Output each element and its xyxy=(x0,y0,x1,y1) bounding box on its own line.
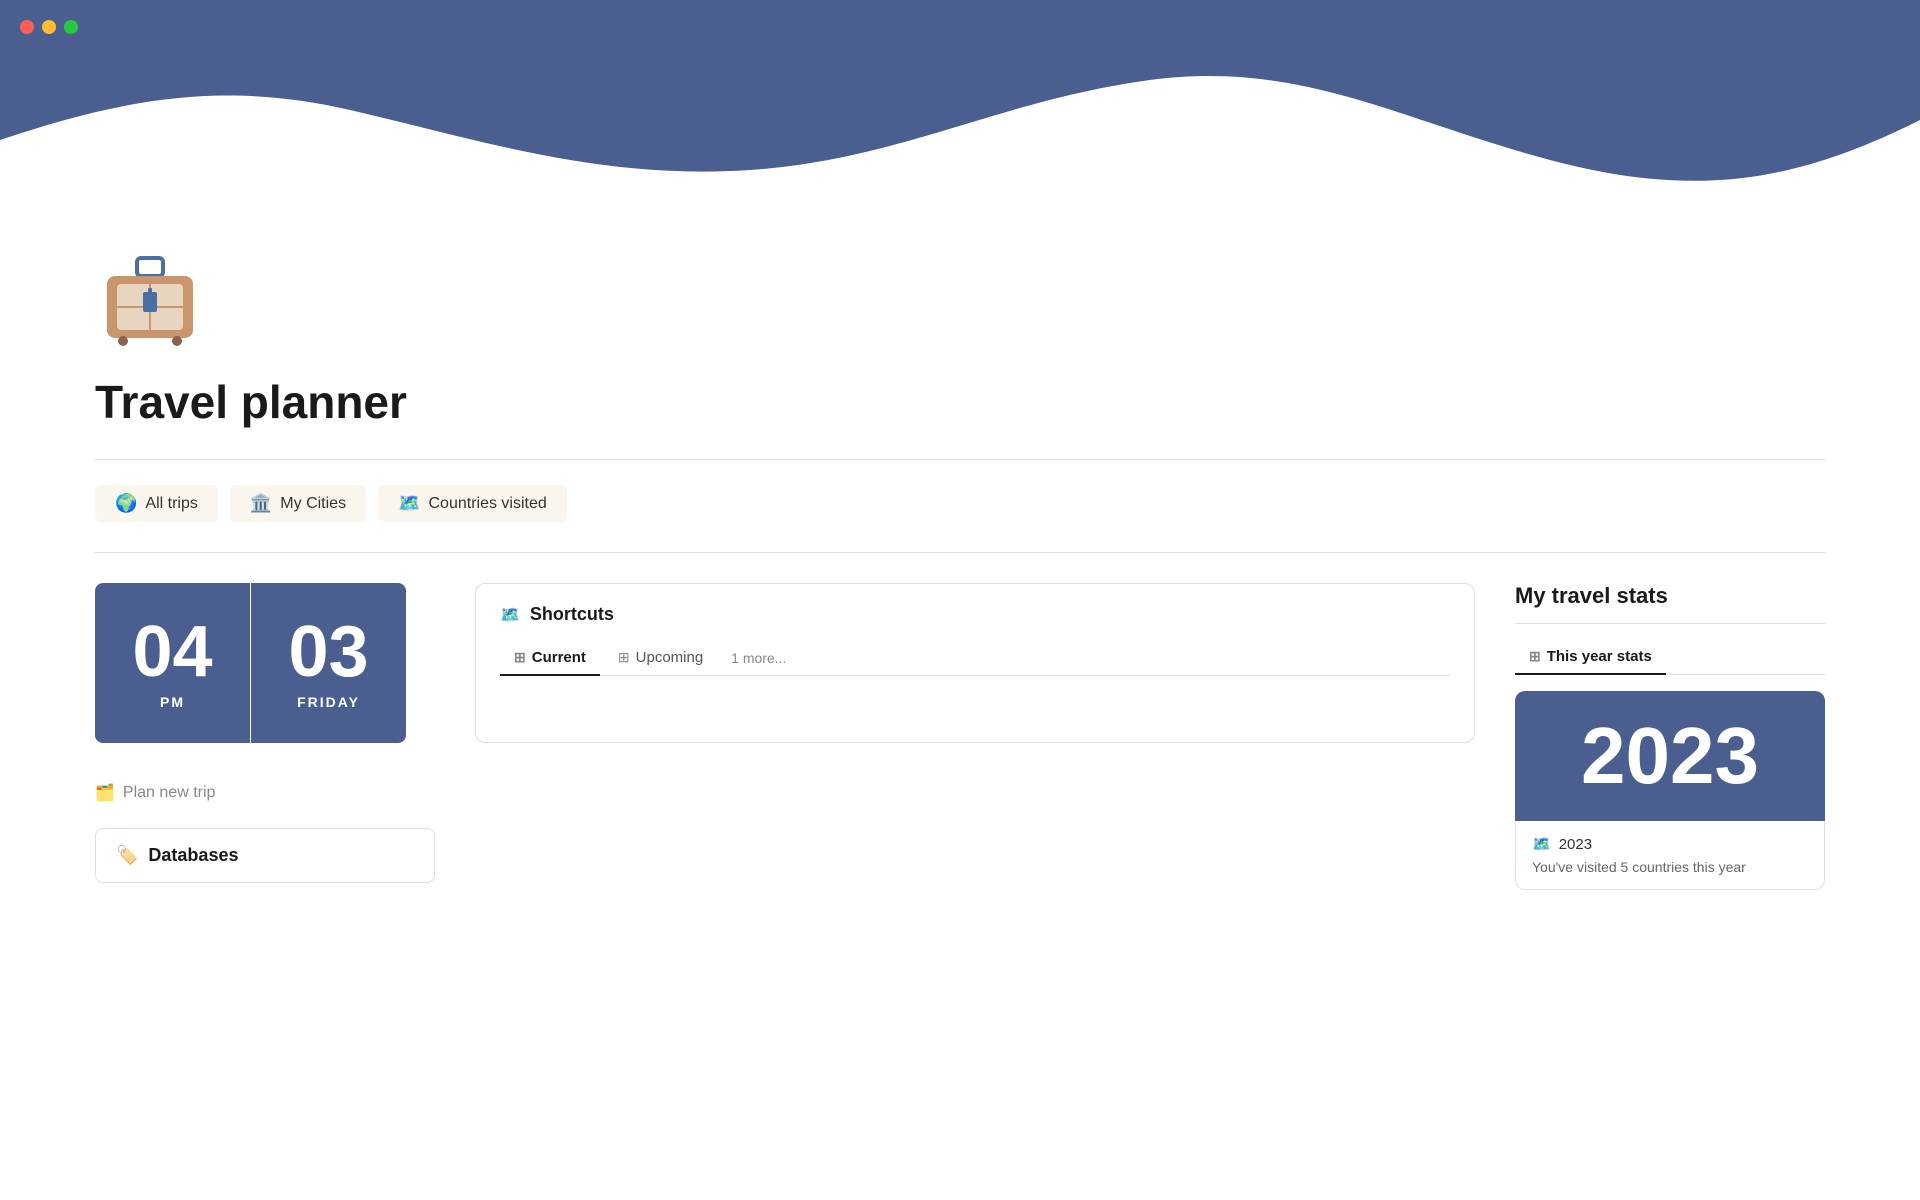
suitcase-area xyxy=(95,250,1825,355)
plan-new-trip-button[interactable]: 🗂️ Plan new trip xyxy=(95,773,215,813)
building-icon: 🏛️ xyxy=(250,493,272,514)
clock-day: FRIDAY xyxy=(297,694,360,710)
shortcuts-tab-current[interactable]: ⊞ Current xyxy=(500,641,600,676)
clock-hour-tile: 04 PM xyxy=(95,583,250,743)
stats-divider xyxy=(1515,623,1825,624)
shortcuts-more-link[interactable]: 1 more... xyxy=(721,642,796,674)
clock-minute-tile: 03 FRIDAY xyxy=(251,583,406,743)
nav-tabs: 🌍 All trips 🏛️ My Cities 🗺️ Countries vi… xyxy=(95,485,1825,522)
grid-icon-current: ⊞ xyxy=(514,649,526,666)
year-number: 2023 xyxy=(1581,716,1759,796)
plan-trip-label: Plan new trip xyxy=(123,784,216,802)
year-info-card: 🗺️ 2023 You've visited 5 countries this … xyxy=(1515,821,1825,890)
shortcuts-tab-upcoming[interactable]: ⊞ Upcoming xyxy=(604,641,717,676)
tab-my-cities[interactable]: 🏛️ My Cities xyxy=(230,485,366,522)
content-divider xyxy=(95,552,1825,553)
year-info-row: 🗺️ 2023 xyxy=(1532,835,1808,853)
tab-countries-visited[interactable]: 🗺️ Countries visited xyxy=(378,485,567,522)
clock-hour: 04 xyxy=(132,616,212,688)
suitcase-icon xyxy=(95,250,205,350)
year-info-description: You've visited 5 countries this year xyxy=(1532,859,1808,875)
grid-icon-stats: ⊞ xyxy=(1529,648,1541,665)
tab-countries-visited-label: Countries visited xyxy=(429,495,547,513)
shortcuts-tab-upcoming-label: Upcoming xyxy=(636,649,704,666)
close-button[interactable] xyxy=(20,20,34,34)
grid-icon-upcoming: ⊞ xyxy=(618,649,630,666)
databases-label: Databases xyxy=(148,845,238,866)
main-content: Travel planner 🌍 All trips 🏛️ My Cities … xyxy=(0,250,1920,890)
travel-stats-title: My travel stats xyxy=(1515,583,1825,609)
wave-header xyxy=(0,0,1920,220)
year-info-label: 2023 xyxy=(1559,836,1592,853)
year-card: 2023 xyxy=(1515,691,1825,821)
shortcuts-title: Shortcuts xyxy=(530,604,614,625)
stats-tab-this-year[interactable]: ⊞ This year stats xyxy=(1515,640,1666,675)
stats-tabs: ⊞ This year stats xyxy=(1515,640,1825,675)
clock-period: PM xyxy=(160,694,185,710)
plan-trip-icon: 🗂️ xyxy=(95,783,115,803)
databases-card[interactable]: 🏷️ Databases xyxy=(95,828,435,883)
shortcuts-header: 🗺️ Shortcuts xyxy=(500,604,1450,625)
shortcuts-emoji: 🗺️ xyxy=(500,605,520,625)
travel-stats-column: My travel stats ⊞ This year stats 2023 🗺… xyxy=(1515,583,1825,890)
databases-icon: 🏷️ xyxy=(116,845,138,866)
shortcuts-tab-current-label: Current xyxy=(532,649,586,666)
map-icon: 🗺️ xyxy=(398,493,420,514)
left-column: 04 PM 03 FRIDAY 🗂️ Plan new trip 🏷️ Data… xyxy=(95,583,435,883)
tab-all-trips-label: All trips xyxy=(145,495,197,513)
content-grid: 04 PM 03 FRIDAY 🗂️ Plan new trip 🏷️ Data… xyxy=(95,583,1825,890)
traffic-lights xyxy=(20,20,78,34)
page-title: Travel planner xyxy=(95,375,1825,429)
globe-icon: 🌍 xyxy=(115,493,137,514)
tab-all-trips[interactable]: 🌍 All trips xyxy=(95,485,218,522)
tab-my-cities-label: My Cities xyxy=(280,495,346,513)
minimize-button[interactable] xyxy=(42,20,56,34)
shortcuts-card: 🗺️ Shortcuts ⊞ Current ⊞ Upcoming 1 more… xyxy=(475,583,1475,743)
clock-minute: 03 xyxy=(288,616,368,688)
maximize-button[interactable] xyxy=(64,20,78,34)
stats-tab-this-year-label: This year stats xyxy=(1547,648,1652,665)
shortcuts-tabs: ⊞ Current ⊞ Upcoming 1 more... xyxy=(500,641,1450,676)
year-info-icon: 🗺️ xyxy=(1532,835,1551,853)
clock-section: 04 PM 03 FRIDAY xyxy=(95,583,435,743)
section-divider xyxy=(95,459,1825,460)
